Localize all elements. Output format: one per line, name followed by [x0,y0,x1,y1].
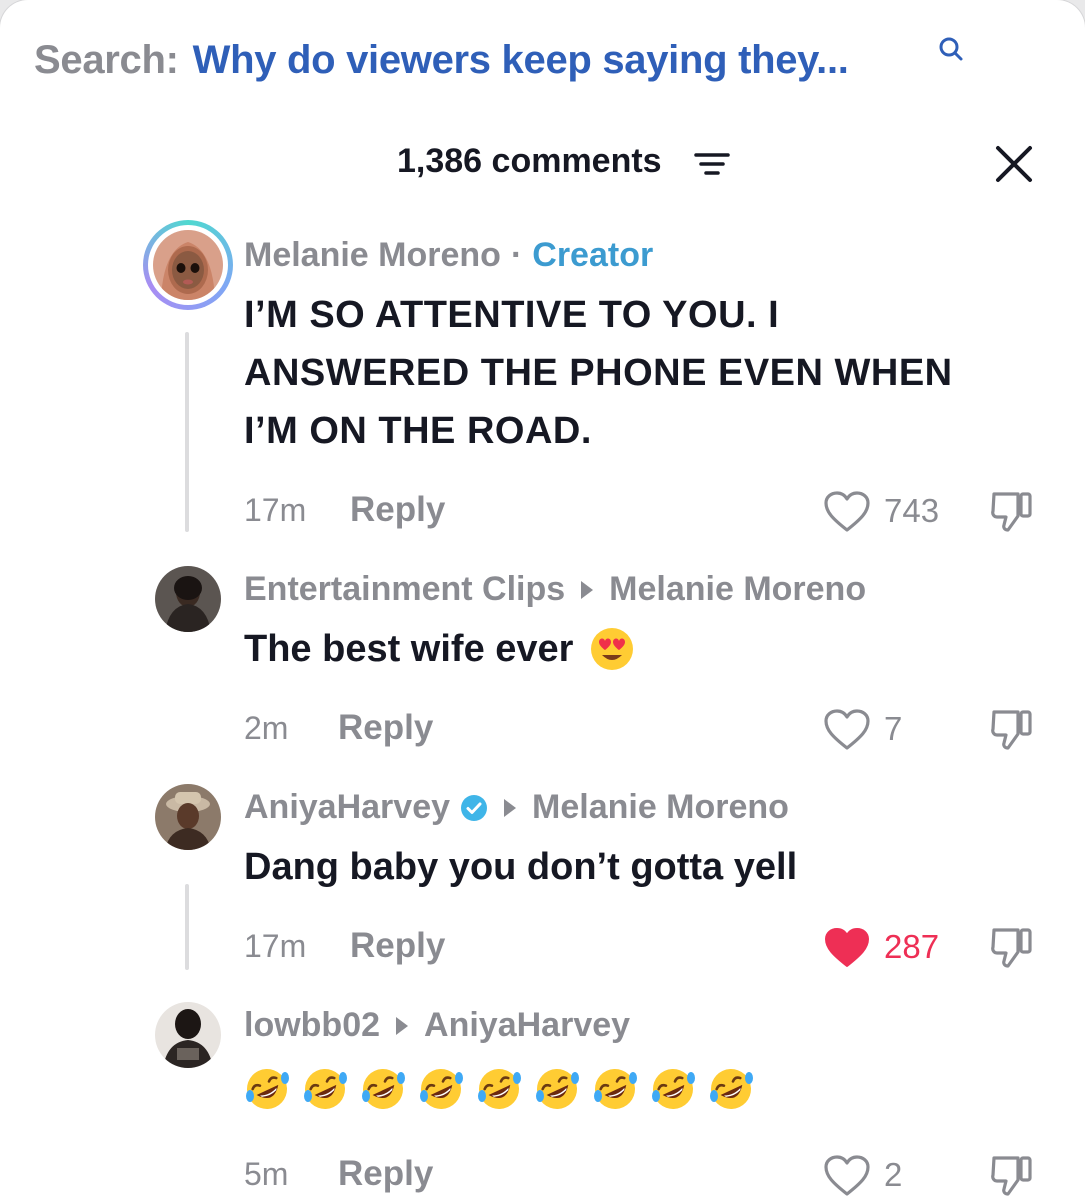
comment-actions: 5m Reply 2 [0,1154,1085,1200]
meta-separator: · [510,236,523,274]
comment-time: 17m [244,492,307,528]
like-count: 7 [884,710,903,747]
comment-meta: Entertainment Clips Melanie Moreno [244,570,866,609]
comment-actions: 17m Reply 743 [0,490,1085,536]
reply-to-author[interactable]: Melanie Moreno [532,788,789,827]
comment-meta: AniyaHarvey Melanie Moreno [244,788,789,827]
rolling-on-floor-laughing-emoji-icon [304,1069,347,1109]
heart-eyes-emoji-icon [591,628,634,670]
avatar-creator[interactable] [143,220,233,310]
heart-filled-icon[interactable] [823,926,871,970]
reply-to-author[interactable]: Melanie Moreno [609,570,866,609]
heart-outline-icon[interactable] [823,490,871,534]
comment-text-line: I’M ON THE ROAD. [244,410,592,452]
comment-author[interactable]: Entertainment Clips [244,570,565,609]
comment-author[interactable]: AniyaHarvey [244,788,450,827]
comment-text-line: ANSWERED THE PHONE EVEN WHEN [244,352,953,394]
dislike-icon[interactable] [988,1150,1038,1200]
heart-outline-icon[interactable] [823,708,871,752]
search-suggestion[interactable]: Search: Why do viewers keep saying they.… [34,34,849,86]
rolling-on-floor-laughing-emoji-icon [652,1069,695,1109]
reply-arrow-icon [396,1016,409,1035]
rolling-on-floor-laughing-emoji-icon [420,1069,463,1109]
like-count: 743 [884,492,940,529]
reply-to-author[interactable]: AniyaHarvey [424,1006,630,1045]
sort-filter-icon[interactable] [694,150,730,178]
comment-meta: lowbb02 AniyaHarvey [244,1006,630,1045]
avatar[interactable] [155,566,221,632]
comment-actions: 2m Reply 7 [0,708,1085,754]
reply-arrow-icon [581,580,594,599]
heart-outline-icon[interactable] [823,1154,871,1198]
reply-button[interactable]: Reply [338,708,433,748]
comment-time: 17m [244,928,307,964]
comment-author[interactable]: lowbb02 [244,1006,380,1045]
comment-text: I’M SO ATTENTIVE TO YOU. I ANSWERED THE … [244,286,1024,460]
dislike-icon[interactable] [988,704,1038,754]
comment-text: Dang baby you don’t gotta yell [244,846,798,888]
comment-time: 5m [244,1156,289,1192]
rolling-on-floor-laughing-emoji-icon [362,1069,405,1109]
comment-meta: Melanie Moreno · Creator [244,236,653,275]
comment-text-line: I’M SO ATTENTIVE TO YOU. I [244,294,780,336]
avatar[interactable] [155,784,221,850]
reply-button[interactable]: Reply [350,490,445,530]
comments-sheet: Search: Why do viewers keep saying they.… [0,0,1085,1200]
like-count: 287 [884,928,940,965]
creator-badge: Creator [532,236,654,274]
comment-text-content: The best wife ever [244,628,574,670]
comment-author[interactable]: Melanie Moreno [244,236,501,275]
like-count: 2 [884,1156,903,1193]
verified-badge-icon [461,794,488,821]
comments-header: 1,386 comments [0,140,1085,188]
comment-emoji-row [244,1066,754,1112]
comment-time: 2m [244,710,289,746]
dislike-icon[interactable] [988,922,1038,972]
reply-button[interactable]: Reply [338,1154,433,1194]
rolling-on-floor-laughing-emoji-icon [246,1069,289,1109]
close-icon[interactable] [994,144,1034,184]
reply-button[interactable]: Reply [350,926,445,966]
comments-count: 1,386 comments [397,142,662,180]
reply-arrow-icon [504,798,517,817]
comment-text: The best wife ever [244,620,1024,678]
search-query-link[interactable]: Why do viewers keep saying they... [193,38,849,83]
avatar[interactable] [155,1002,221,1068]
search-label: Search: [34,37,179,82]
dislike-icon[interactable] [988,486,1038,536]
comment-actions: 17m Reply 287 [0,926,1085,972]
rolling-on-floor-laughing-emoji-icon [536,1069,579,1109]
rolling-on-floor-laughing-emoji-icon [710,1069,753,1109]
search-icon[interactable] [936,34,966,64]
rolling-on-floor-laughing-emoji-icon [594,1069,637,1109]
rolling-on-floor-laughing-emoji-icon [478,1069,521,1109]
